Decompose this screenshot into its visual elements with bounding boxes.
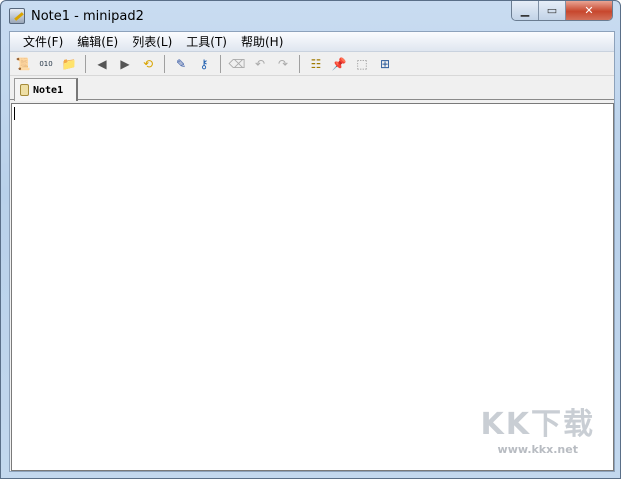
- app-window: Note1 - minipad2 ▁ ▭ ✕ 文件(F) 编辑(E) 列表(L)…: [0, 0, 621, 479]
- toolbar-separator: [299, 54, 300, 73]
- menu-list[interactable]: 列表(L): [125, 33, 179, 50]
- note-editor[interactable]: KK下载 www.kkx.net: [11, 103, 614, 471]
- open-folder-icon[interactable]: 📁: [59, 54, 79, 74]
- toolbar-separator: [164, 54, 165, 73]
- key-icon[interactable]: ⚷: [194, 54, 214, 74]
- back-icon[interactable]: ◀: [92, 54, 112, 74]
- font-pen-icon[interactable]: ✎: [171, 54, 191, 74]
- insert-icon[interactable]: ⊞: [375, 54, 395, 74]
- minimize-button[interactable]: ▁: [512, 1, 539, 20]
- tree-icon[interactable]: ☷: [306, 54, 326, 74]
- text-caret: [14, 107, 15, 120]
- close-button[interactable]: ✕: [566, 1, 612, 20]
- refresh-icon[interactable]: ⟲: [138, 54, 158, 74]
- undo-icon[interactable]: ↶: [250, 54, 270, 74]
- menu-file[interactable]: 文件(F): [16, 33, 70, 50]
- menu-tools[interactable]: 工具(T): [179, 33, 234, 50]
- maximize-button[interactable]: ▭: [539, 1, 566, 20]
- caption-buttons: ▁ ▭ ✕: [511, 1, 613, 21]
- tab-note1[interactable]: Note1: [14, 78, 78, 101]
- toolbar-separator: [220, 54, 221, 73]
- tab-bar: Note1: [10, 76, 614, 101]
- forward-icon[interactable]: ▶: [115, 54, 135, 74]
- menu-bar: 文件(F) 编辑(E) 列表(L) 工具(T) 帮助(H): [10, 32, 614, 52]
- new-note-icon[interactable]: 📜: [13, 54, 33, 74]
- eraser-icon[interactable]: ⌫: [227, 54, 247, 74]
- note-icon: [20, 84, 29, 96]
- select-icon[interactable]: ⬚: [352, 54, 372, 74]
- watermark-logo: KK下载: [480, 407, 595, 442]
- toolbar-separator: [85, 54, 86, 73]
- redo-icon[interactable]: ↷: [273, 54, 293, 74]
- pin-icon[interactable]: 📌: [329, 54, 349, 74]
- app-icon: [9, 8, 25, 24]
- title-bar: Note1 - minipad2: [9, 6, 144, 26]
- menu-edit[interactable]: 编辑(E): [70, 33, 125, 50]
- toolbar: 📜 010 📁 ◀ ▶ ⟲ ✎ ⚷ ⌫ ↶ ↷ ☷ 📌 ⬚ ⊞: [10, 52, 614, 76]
- tab-label: Note1: [33, 84, 64, 96]
- binary-file-icon[interactable]: 010: [36, 54, 56, 74]
- watermark: KK下载 www.kkx.net: [481, 399, 596, 456]
- menu-help[interactable]: 帮助(H): [234, 33, 290, 50]
- client-area: 文件(F) 编辑(E) 列表(L) 工具(T) 帮助(H) 📜 010 📁 ◀ ▶ ⟲ ✎ ⚷…: [9, 31, 615, 472]
- watermark-url: www.kkx.net: [497, 443, 578, 456]
- window-title: Note1 - minipad2: [31, 8, 144, 24]
